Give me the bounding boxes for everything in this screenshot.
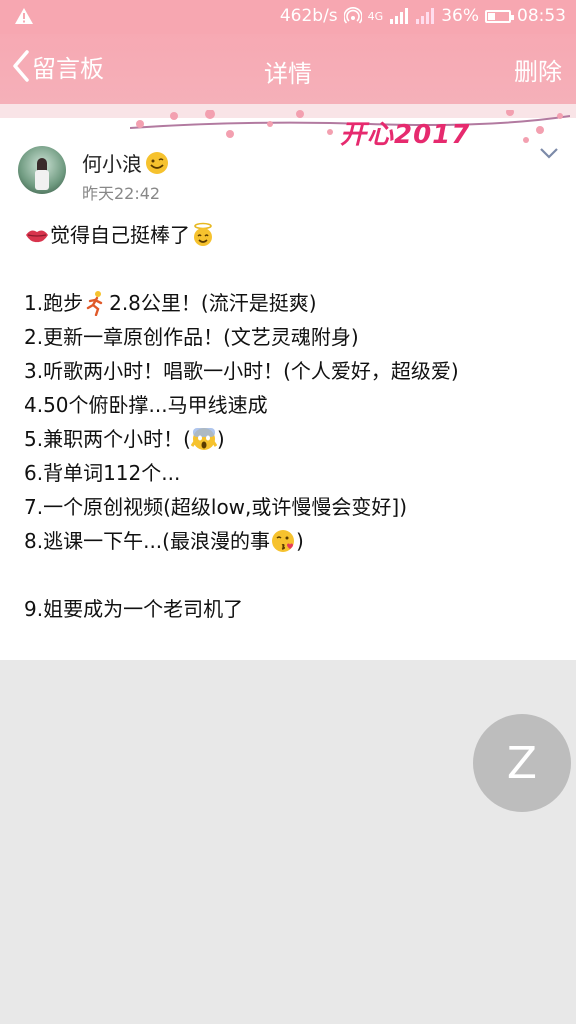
signal-icon — [390, 8, 409, 24]
warning-icon — [15, 8, 33, 24]
post-item-text: 2.8公里！(流汗是挺爽) — [109, 291, 317, 315]
post-body: 觉得自己挺棒了 1.跑步 2.8公里！(流汗是挺爽) 2.更新一章原创作品！(文艺… — [24, 218, 564, 626]
post-intro: 觉得自己挺棒了 — [24, 218, 564, 252]
chevron-down-icon[interactable] — [538, 146, 560, 160]
post-item-text: 2.更新一章原创作品！(文艺灵魂附身) — [24, 325, 359, 349]
post-item-text: 1.跑步 — [24, 291, 84, 315]
delete-button[interactable]: 删除 — [514, 52, 562, 87]
post-item-text: 7.一个原创视频(超级low,或许慢慢会变好]) — [24, 495, 407, 519]
net-speed: 462b/s — [279, 6, 338, 26]
post-item-8: 8.逃课一下午...(最浪漫的事) — [24, 524, 564, 558]
banner-text: 开心2017 — [340, 120, 471, 150]
page-title: 详情 — [264, 60, 312, 88]
post-item-text: ) — [295, 529, 304, 553]
scream-emoji-icon — [190, 428, 217, 450]
hotspot-icon — [343, 7, 362, 24]
lips-emoji-icon — [26, 230, 48, 243]
post-item-6: 6.背单词112个... — [24, 456, 564, 490]
signal-icon-secondary — [416, 8, 435, 24]
floating-action-button[interactable]: Z — [473, 714, 571, 812]
runner-emoji-icon — [86, 291, 103, 316]
battery-icon — [485, 9, 514, 23]
post-item-text: 4.50个俯卧撑...马甲线速成 — [24, 393, 268, 417]
battery-percent: 36% — [441, 6, 479, 26]
status-bar: 462b/s 4G 36% 08:53 — [0, 0, 576, 34]
post-item-3: 3.听歌两小时！唱歌一小时！(个人爱好，超级爱) — [24, 354, 564, 388]
post-item-7: 7.一个原创视频(超级low,或许慢慢会变好]) — [24, 490, 564, 524]
post-item-text: 6.背单词112个... — [24, 461, 181, 485]
post-item-text: 3.听歌两小时！唱歌一小时！(个人爱好，超级爱) — [24, 359, 459, 383]
post-card: 开心2017 何小浪 昨天22:42 觉得自己挺棒了 1.跑步 2.8公里！(流… — [0, 110, 576, 660]
post-item-text: 5.兼职两个小时！( — [24, 427, 191, 451]
author-name[interactable]: 何小浪 — [82, 148, 170, 177]
avatar[interactable] — [18, 146, 66, 194]
post-timestamp: 昨天22:42 — [82, 184, 161, 203]
post-item-text: 8.逃课一下午...(最浪漫的事 — [24, 529, 270, 553]
post-item-4: 4.50个俯卧撑...马甲线速成 — [24, 388, 564, 422]
post-item-2: 2.更新一章原创作品！(文艺灵魂附身) — [24, 320, 564, 354]
angel-emoji-icon — [194, 222, 212, 246]
header-bar: 留言板 详情 删除 — [0, 34, 576, 104]
post-item-5: 5.兼职两个小时！( ) — [24, 422, 564, 456]
network-type: 4G — [367, 9, 384, 23]
smile-emoji-icon — [146, 151, 168, 174]
post-item-text: ) — [216, 427, 225, 451]
clock: 08:53 — [517, 6, 566, 26]
post-item-1: 1.跑步 2.8公里！(流汗是挺爽) — [24, 286, 564, 320]
post-item-9: 9.姐要成为一个老司机了 — [24, 597, 244, 621]
kiss-emoji-icon — [271, 530, 294, 552]
